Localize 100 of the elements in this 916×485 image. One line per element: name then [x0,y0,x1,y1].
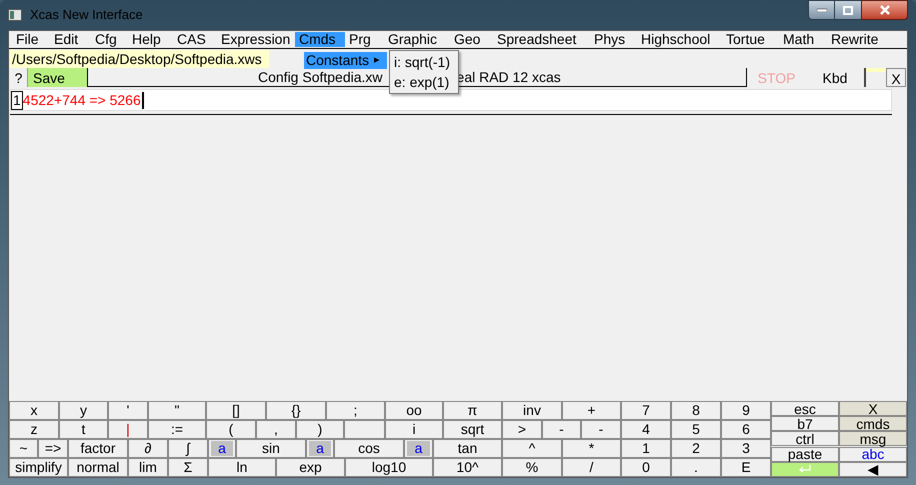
keypad-key[interactable]: 2 [671,439,721,458]
keypad-key[interactable]: 1 [621,439,671,458]
close-session-button[interactable]: X [886,68,906,87]
keypad-key[interactable]: + [562,401,621,420]
enter-key[interactable] [771,462,839,477]
keypad-key[interactable]: i [385,420,443,439]
menu-item[interactable]: Help [128,32,173,47]
keypad-key[interactable]: t [59,420,108,439]
keypad-key[interactable]: exp [276,458,345,477]
keypad-key[interactable]: 4 [621,420,671,439]
menu-item[interactable]: Expression [217,32,295,47]
keypad-key[interactable]: ( [206,420,256,439]
keypad-key[interactable]: ∫ [168,439,208,458]
maximize-button[interactable] [835,0,861,20]
keypad-key[interactable]: " [148,401,206,420]
keypad-key[interactable]: 8 [671,401,721,420]
menu-entry[interactable]: Constants ▸ [304,52,387,69]
keypad-key[interactable]: % [502,458,562,477]
keypad-key[interactable]: Σ [168,458,208,477]
window-title: Xcas New Interface [30,6,143,24]
keypad-key[interactable]: simplify [9,458,68,477]
keypad-key[interactable]: 10^ [433,458,502,477]
keypad-key[interactable]: 3 [721,439,771,458]
keypad-key[interactable]: ln [208,458,276,477]
keypad-key[interactable]: sin [236,439,306,458]
keypad-key[interactable]: 6 [721,420,771,439]
keypad-key[interactable]: X [839,401,907,416]
menu-entry[interactable]: e: exp(1) [390,72,458,92]
keypad-key[interactable]: cmds [839,416,907,432]
menu-item[interactable]: Rewrite [827,32,893,47]
keypad-key[interactable]: ctrl [771,431,839,446]
keypad-key[interactable]: [] [206,401,266,420]
menu-item[interactable]: Spreadsheet [493,32,590,47]
keypad-key[interactable]: * [562,439,621,458]
menu-item[interactable]: Math [779,32,827,47]
keypad-key[interactable]: log10 [345,458,433,477]
keypad-key[interactable]: esc [771,401,839,416]
keypad-key[interactable]: {} [266,401,326,420]
keypad-key[interactable]: a [404,439,433,458]
keypad-key[interactable]: cos [334,439,404,458]
menu-item[interactable]: Graphic [384,32,450,47]
keypad-key[interactable]: π [443,401,502,420]
keypad-key[interactable]: inv [502,401,562,420]
keypad-key[interactable]: 0 [621,458,671,477]
keypad-key[interactable]: a [306,439,334,458]
keypad-key[interactable]: := [148,420,206,439]
keypad-key[interactable]: 7 [621,401,671,420]
menu-item[interactable]: Tortue [722,32,779,47]
keypad-key[interactable]: tan [433,439,502,458]
keypad-key[interactable]: y [59,401,108,420]
keypad-key[interactable]: msg [839,431,907,446]
keypad-key[interactable]: , [256,420,296,439]
keypad-key[interactable]: E [721,458,771,477]
keypad-key[interactable]: ^ [502,439,562,458]
keypad-key[interactable]: ' [108,401,148,420]
keypad-key[interactable]: abc [839,446,907,462]
minimize-button[interactable] [808,0,835,20]
menu-item[interactable]: CAS [173,32,217,47]
keypad-key[interactable]: - [581,420,621,439]
keypad-key[interactable]: => [38,439,68,458]
keypad-key[interactable]: sqrt [443,420,502,439]
keypad-key[interactable]: ; [326,401,385,420]
keypad-key[interactable]: / [562,458,621,477]
close-icon [878,5,890,15]
keypad-key[interactable]: ) [296,420,344,439]
menu-item[interactable]: Cfg [91,32,128,47]
keypad-key[interactable]: 9 [721,401,771,420]
menu-item[interactable]: Geo [450,32,493,47]
menu-item[interactable]: Cmds [295,32,345,47]
keypad-key[interactable]: normal [68,458,128,477]
app-icon [8,9,22,21]
keypad-key[interactable]: . [671,458,721,477]
maximize-icon [843,6,853,14]
menu-item[interactable]: Edit [50,32,91,47]
keypad-key[interactable]: 5 [671,420,721,439]
save-button[interactable]: Save [28,68,88,87]
keypad-key[interactable]: z [9,420,59,439]
help-button[interactable]: ? [10,68,28,87]
menu-item[interactable]: Phys [590,32,637,47]
keypad-key[interactable]: factor [68,439,128,458]
menu-item[interactable]: Highschool [637,32,722,47]
keypad-key[interactable]: | [108,420,148,439]
keypad-key[interactable]: ◀ [839,462,907,477]
keypad-key[interactable]: > [502,420,542,439]
keypad-key[interactable]: lim [128,458,168,477]
keypad-key[interactable]: a [208,439,236,458]
keypad-key[interactable]: paste [771,446,839,462]
keypad-key[interactable]: ~ [9,439,38,458]
menu-item[interactable]: File [12,32,50,47]
keypad-key[interactable]: b7 [771,416,839,432]
keypad-key[interactable]: ∂ [128,439,168,458]
keypad-key[interactable]: x [9,401,59,420]
close-button[interactable] [861,0,908,20]
menu-item[interactable]: Prg [345,32,384,47]
enter-icon [798,465,812,474]
minimize-icon [816,8,826,12]
keypad-key[interactable]: - [542,420,581,439]
menu-entry[interactable]: i: sqrt(-1) [390,52,458,72]
keypad-key[interactable]: oo [385,401,443,420]
file-path-tab[interactable]: /Users/Softpedia/Desktop/Softpedia.xws [10,50,269,68]
